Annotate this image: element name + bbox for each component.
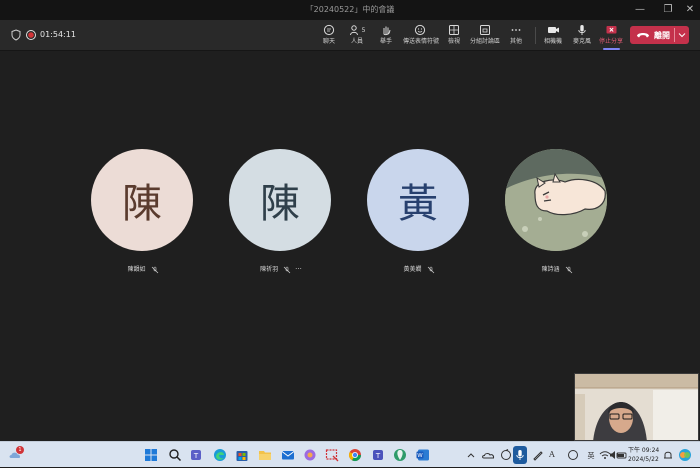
mic-in-use-indicator[interactable] bbox=[513, 446, 527, 464]
self-video-preview[interactable] bbox=[574, 373, 699, 441]
notification-badge: 1 bbox=[16, 446, 24, 454]
teams-icon[interactable]: T bbox=[189, 447, 205, 463]
clock-time: 下午 09:24 bbox=[628, 447, 660, 454]
breakout-rooms-button[interactable]: 分組討論區 bbox=[468, 23, 502, 49]
hang-up-icon bbox=[637, 33, 649, 38]
stop-share-icon bbox=[606, 26, 616, 34]
copilot-taskbar-icon[interactable] bbox=[677, 447, 693, 463]
self-video-image bbox=[575, 374, 698, 440]
participant-name: 陳祈羽 bbox=[260, 266, 279, 273]
copilot-icon[interactable] bbox=[302, 447, 318, 463]
chat-icon bbox=[323, 24, 335, 36]
view-button[interactable]: 檢視 bbox=[437, 23, 471, 49]
participant-name: 陳韻如 bbox=[127, 266, 146, 273]
svg-text:T: T bbox=[193, 452, 199, 460]
recording-icon bbox=[26, 30, 36, 40]
more-button[interactable]: 其他 bbox=[499, 23, 533, 49]
stop-sharing-button[interactable]: 停止分享 bbox=[594, 23, 628, 49]
taskbar-clock[interactable]: 下午 09:24 2024/5/22 bbox=[628, 446, 659, 464]
raise-hand-label: 舉手 bbox=[379, 38, 392, 45]
leave-label: 離開 bbox=[654, 30, 670, 40]
avatar: 黃 bbox=[367, 149, 469, 251]
more-label: 其他 bbox=[509, 38, 522, 45]
raise-hand-button[interactable]: 舉手 bbox=[369, 23, 403, 49]
clock-date: 2024/5/22 bbox=[628, 456, 659, 463]
pen-icon[interactable] bbox=[530, 447, 546, 463]
breakout-rooms-icon bbox=[480, 25, 490, 35]
edge-icon[interactable] bbox=[212, 447, 228, 463]
mic-off-icon bbox=[565, 266, 572, 273]
snipping-tool-icon[interactable] bbox=[324, 447, 340, 463]
word-icon[interactable]: W bbox=[415, 447, 431, 463]
mic-off-icon bbox=[427, 266, 434, 273]
chrome-icon[interactable] bbox=[347, 447, 363, 463]
input-method-icon[interactable]: A bbox=[549, 450, 555, 459]
sync-icon[interactable] bbox=[498, 447, 514, 463]
camera-icon bbox=[547, 27, 559, 33]
hand-icon bbox=[383, 26, 391, 36]
meet-now-icon[interactable] bbox=[565, 447, 581, 463]
microphone-icon bbox=[578, 25, 586, 35]
avatar: 陳 bbox=[229, 149, 331, 251]
more-options-button[interactable]: ··· bbox=[295, 265, 302, 273]
meeting-toolbar: 01:54:11 聊天 5 人員 舉手 傳送表情符號 檢視 分組討論區 其他 相… bbox=[0, 20, 700, 51]
avatar: 陳 bbox=[91, 149, 193, 251]
participant-tile[interactable]: 陳 陳韻如 bbox=[91, 149, 195, 273]
breakout-rooms-label: 分組討論區 bbox=[469, 38, 500, 45]
teams-work-icon[interactable]: T bbox=[370, 447, 386, 463]
view-label: 檢視 bbox=[447, 38, 460, 45]
participant-name: 陳詩涵 bbox=[541, 266, 560, 273]
title-bar: 「20240522」中的會議 — ❐ ✕ bbox=[0, 0, 700, 20]
file-explorer-icon[interactable] bbox=[257, 447, 273, 463]
close-icon[interactable]: ✕ bbox=[681, 2, 699, 18]
grid-view-icon bbox=[449, 25, 459, 35]
svg-text:T: T bbox=[375, 452, 381, 460]
window-title: 「20240522」中的會議 bbox=[305, 5, 395, 14]
smiley-icon bbox=[414, 24, 426, 36]
cat-cartoon-avatar bbox=[505, 149, 607, 251]
mic-off-icon bbox=[151, 266, 158, 273]
svg-text:英: 英 bbox=[588, 451, 595, 460]
participant-name: 黃美嫺 bbox=[403, 266, 422, 273]
ellipsis-icon bbox=[511, 29, 521, 31]
chevron-down-icon[interactable] bbox=[678, 31, 686, 39]
windows-taskbar: 1 T T W A 英 下午 09:24 2024/5/22 bbox=[0, 441, 700, 467]
shield-icon[interactable] bbox=[10, 29, 22, 41]
people-count: 5 bbox=[361, 26, 366, 34]
svg-text:W: W bbox=[417, 453, 423, 459]
reactions-button[interactable]: 傳送表情符號 bbox=[403, 23, 440, 49]
onedrive-icon[interactable] bbox=[481, 447, 497, 463]
maximize-icon[interactable]: ❐ bbox=[659, 2, 677, 18]
windows-start-icon[interactable] bbox=[143, 447, 159, 463]
mail-icon[interactable] bbox=[280, 447, 296, 463]
store-icon[interactable] bbox=[234, 447, 250, 463]
meeting-timer: 01:54:11 bbox=[40, 30, 76, 39]
leave-button[interactable]: 離開 bbox=[630, 26, 689, 44]
search-icon[interactable] bbox=[167, 447, 183, 463]
microphone-icon bbox=[516, 450, 524, 460]
chevron-up-icon[interactable] bbox=[466, 447, 476, 463]
notification-bell-icon[interactable] bbox=[660, 447, 676, 463]
participant-tile[interactable]: 陳 陳祈羽 ··· bbox=[229, 149, 333, 273]
maps-icon[interactable] bbox=[392, 447, 408, 463]
stop-sharing-label: 停止分享 bbox=[598, 38, 623, 45]
reactions-label: 傳送表情符號 bbox=[403, 38, 440, 45]
participant-tile[interactable]: 黃 黃美嫺 bbox=[367, 149, 471, 273]
people-icon bbox=[349, 25, 358, 36]
mic-off-icon bbox=[283, 266, 291, 273]
active-indicator bbox=[603, 48, 620, 50]
avatar bbox=[505, 149, 607, 251]
minimize-icon[interactable]: — bbox=[631, 2, 649, 18]
participant-tile[interactable]: 陳詩涵 bbox=[505, 149, 609, 273]
